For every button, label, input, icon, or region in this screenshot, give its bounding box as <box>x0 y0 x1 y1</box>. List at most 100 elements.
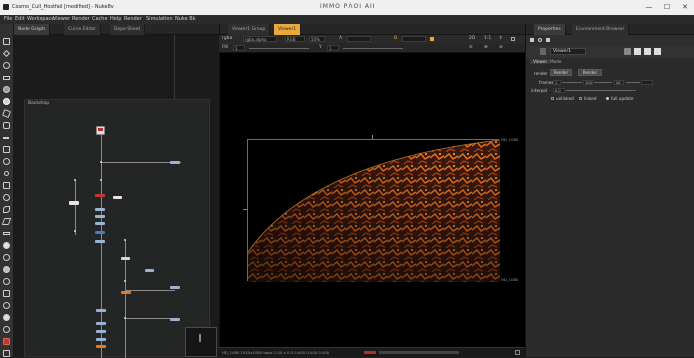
script-tool-icon[interactable] <box>3 278 11 285</box>
image-tool-icon[interactable] <box>3 38 11 45</box>
linked-checkbox[interactable] <box>579 97 582 100</box>
zoom-select[interactable]: 50% <box>309 36 325 42</box>
node-dot[interactable] <box>124 317 126 319</box>
menu-render[interactable]: Render <box>72 16 90 22</box>
node-white[interactable] <box>113 196 122 199</box>
merge-node[interactable] <box>69 201 79 205</box>
interpol-field[interactable]: 0.0 <box>553 88 565 93</box>
layer-select[interactable]: rgba.alpha <box>243 36 277 42</box>
menu-file[interactable]: File <box>4 16 12 22</box>
node-blue[interactable] <box>170 286 180 289</box>
full-update-radio[interactable] <box>606 97 609 100</box>
menu-render-2[interactable]: Render <box>124 16 142 22</box>
other-tool-icon[interactable] <box>3 206 11 213</box>
gamma-field[interactable]: 1 <box>327 45 339 51</box>
views-tool-icon[interactable] <box>3 158 11 165</box>
node-dot[interactable] <box>100 161 102 163</box>
particles-tool-icon[interactable] <box>3 182 11 189</box>
node-blue[interactable] <box>145 269 154 272</box>
unlinked-checkbox[interactable] <box>551 97 554 100</box>
tab-curve-editor[interactable]: Curve Editor <box>64 24 102 35</box>
interpol-slider[interactable] <box>566 90 636 91</box>
gain-slider[interactable] <box>249 48 309 49</box>
channels-select[interactable]: rgba <box>222 36 232 41</box>
transform-tool-icon[interactable] <box>3 134 11 141</box>
tab-viewer1[interactable]: Viewer1 <box>274 24 302 35</box>
node-red[interactable] <box>95 194 105 197</box>
furnace-tool-icon[interactable] <box>3 230 11 237</box>
nukex-tool-icon[interactable] <box>3 326 11 333</box>
time-tool-icon[interactable] <box>3 62 11 69</box>
node-dot[interactable] <box>124 239 126 241</box>
viewer-option-a[interactable]: ≡ <box>469 45 473 50</box>
node-blue[interactable] <box>96 330 106 333</box>
frames-to-field[interactable]: 100 <box>583 80 593 85</box>
metadata-tool-icon[interactable] <box>3 170 11 177</box>
toolsets-tool-icon[interactable] <box>3 194 11 201</box>
node-graph-minimap[interactable] <box>185 327 217 357</box>
camera-tracker-tool-icon[interactable] <box>3 254 11 261</box>
roi-icon[interactable] <box>511 37 515 41</box>
display-select[interactable]: RGB <box>285 36 305 42</box>
fstop-field[interactable]: 1 <box>233 45 245 51</box>
node-blue[interactable] <box>96 322 106 325</box>
node-blue[interactable] <box>95 215 105 218</box>
tab-environment-browser[interactable]: Environment Browser <box>572 24 630 35</box>
maximize-button[interactable]: ☐ <box>658 2 676 13</box>
read-node[interactable] <box>96 126 105 135</box>
menu-cache[interactable]: Cache <box>92 16 108 22</box>
status-scroll-icon[interactable] <box>515 350 520 355</box>
frames-extra-field[interactable]: All <box>614 80 624 85</box>
merge-tool-icon[interactable] <box>3 122 11 129</box>
node-blue[interactable] <box>95 208 105 211</box>
viewer-option-b[interactable]: ⊕ <box>484 45 488 50</box>
menu-viewer[interactable]: Viewer <box>53 16 70 22</box>
filter-tool-icon[interactable] <box>3 98 11 105</box>
float-icon[interactable] <box>538 38 542 42</box>
input-a-field[interactable] <box>347 36 371 42</box>
menu-edit[interactable]: Edit <box>15 16 25 22</box>
channel-tool-icon[interactable] <box>3 74 11 81</box>
render-button-2[interactable]: Render <box>578 69 602 76</box>
subtab-viewer[interactable]: Viewer <box>530 59 551 64</box>
node-orange[interactable] <box>121 291 131 294</box>
help-icon[interactable] <box>624 48 631 55</box>
node-blue[interactable] <box>96 309 106 312</box>
gizmo-tool-icon[interactable] <box>3 266 11 273</box>
ofx-tool-icon[interactable] <box>3 314 11 321</box>
frames-all-field[interactable] <box>641 80 653 85</box>
maximize-panel-icon[interactable] <box>644 48 651 55</box>
plugin-tool-icon[interactable] <box>3 290 11 297</box>
node-name-field[interactable]: Viewer1 <box>550 48 586 55</box>
frames-slider-extra[interactable] <box>626 82 640 83</box>
input-b-field[interactable] <box>402 36 426 42</box>
subtab-mode[interactable]: Mode <box>550 59 561 64</box>
node-blue[interactable] <box>95 240 105 243</box>
close-button[interactable]: ✕ <box>676 2 694 13</box>
node-dot[interactable] <box>100 179 102 181</box>
minimize-button[interactable]: — <box>640 2 658 13</box>
color-tool-icon[interactable] <box>3 86 11 93</box>
backdrop-node[interactable]: Backdrop <box>24 99 210 358</box>
menu-help[interactable]: Help <box>110 16 121 22</box>
node-white[interactable] <box>121 257 130 260</box>
frames-from-field[interactable]: 1 <box>553 80 561 85</box>
node-blue[interactable] <box>170 161 180 164</box>
node-dot[interactable] <box>74 179 76 181</box>
close-panel-icon[interactable] <box>654 48 661 55</box>
options-tool-icon[interactable] <box>3 350 11 357</box>
cara-tool-icon[interactable] <box>3 302 11 309</box>
node-dot[interactable] <box>124 280 126 282</box>
viewer-mode-2d[interactable]: 2D <box>469 36 475 41</box>
viewer-image[interactable]: HD_1080 HD_1080 <box>247 137 518 282</box>
gain-icon[interactable] <box>430 37 434 41</box>
gamma-slider[interactable] <box>343 48 403 49</box>
input-b-select[interactable]: B <box>394 36 397 41</box>
viewer-option-c[interactable]: ⊘ <box>499 45 503 50</box>
bookmark-tool-icon[interactable] <box>3 338 11 345</box>
input-a-select[interactable]: A <box>339 36 342 41</box>
tab-properties[interactable]: Properties <box>534 24 566 35</box>
viewer-flip[interactable]: ↕ <box>499 36 503 41</box>
menu-nuke-bk[interactable]: Nuke Bk <box>175 16 196 22</box>
tab-node-graph[interactable]: Node Graph <box>14 24 50 35</box>
